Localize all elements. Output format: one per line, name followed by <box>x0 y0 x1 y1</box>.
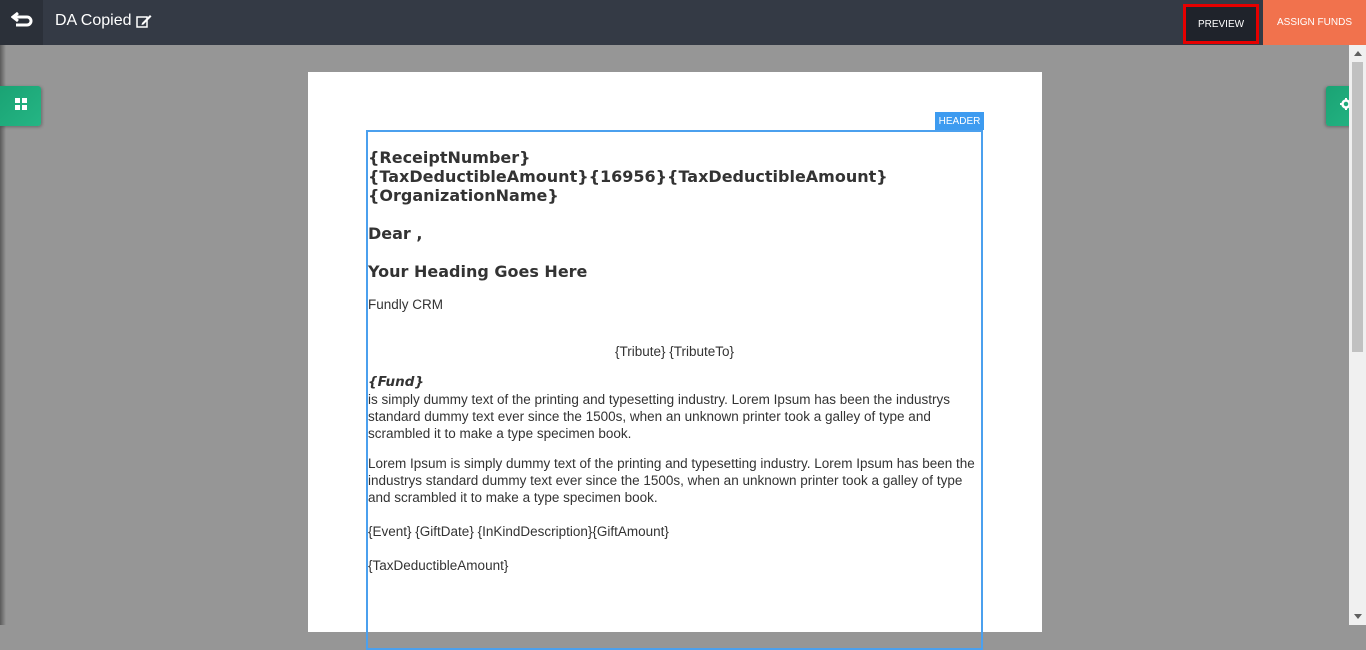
back-arrow-icon <box>10 11 33 33</box>
paragraph-one: is simply dummy text of the printing and… <box>368 392 951 441</box>
header-section[interactable]: {ReceiptNumber} {TaxDeductibleAmount}{16… <box>366 130 983 650</box>
header-section-label[interactable]: HEADER <box>935 112 984 130</box>
document-page: HEADER {ReceiptNumber} {TaxDeductibleAmo… <box>308 72 1042 650</box>
left-panel-toggle-button[interactable] <box>0 86 41 126</box>
heading-text: Your Heading Goes Here <box>368 262 588 281</box>
scrollbar-thumb[interactable] <box>1352 62 1363 352</box>
fund-field: {Fund} <box>368 374 425 390</box>
salutation: Dear , <box>368 224 423 243</box>
assign-funds-button[interactable]: ASSIGN FUNDS <box>1263 0 1366 45</box>
edit-icon[interactable] <box>135 14 152 28</box>
gift-details-line: {Event} {GiftDate} {InKindDescription}{G… <box>368 524 669 539</box>
preview-button[interactable]: PREVIEW <box>1183 4 1259 44</box>
organization-text: Fundly CRM <box>368 297 444 312</box>
document-title: DA Copied <box>55 12 132 29</box>
tax-deductible-amount-field: {TaxDeductibleAmount}{16956}{TaxDeductib… <box>368 167 888 186</box>
organization-name-field: {OrganizationName} <box>368 186 559 205</box>
tax-deductible-line: {TaxDeductibleAmount} <box>368 558 509 573</box>
document-title-group: DA Copied <box>55 12 152 30</box>
vertical-scrollbar[interactable] <box>1349 45 1366 625</box>
back-button[interactable] <box>0 0 43 45</box>
left-edge-shadow <box>0 45 6 625</box>
scroll-down-arrow[interactable] <box>1349 608 1366 625</box>
paragraph-two: Lorem Ipsum is simply dummy text of the … <box>368 456 975 505</box>
grid-icon <box>14 97 27 115</box>
receipt-number-field: {ReceiptNumber} <box>368 148 531 167</box>
tribute-line: {Tribute} {TributeTo} <box>614 344 735 359</box>
scroll-up-arrow[interactable] <box>1349 45 1366 62</box>
top-bar: DA Copied PREVIEW ASSIGN FUNDS <box>0 0 1366 45</box>
